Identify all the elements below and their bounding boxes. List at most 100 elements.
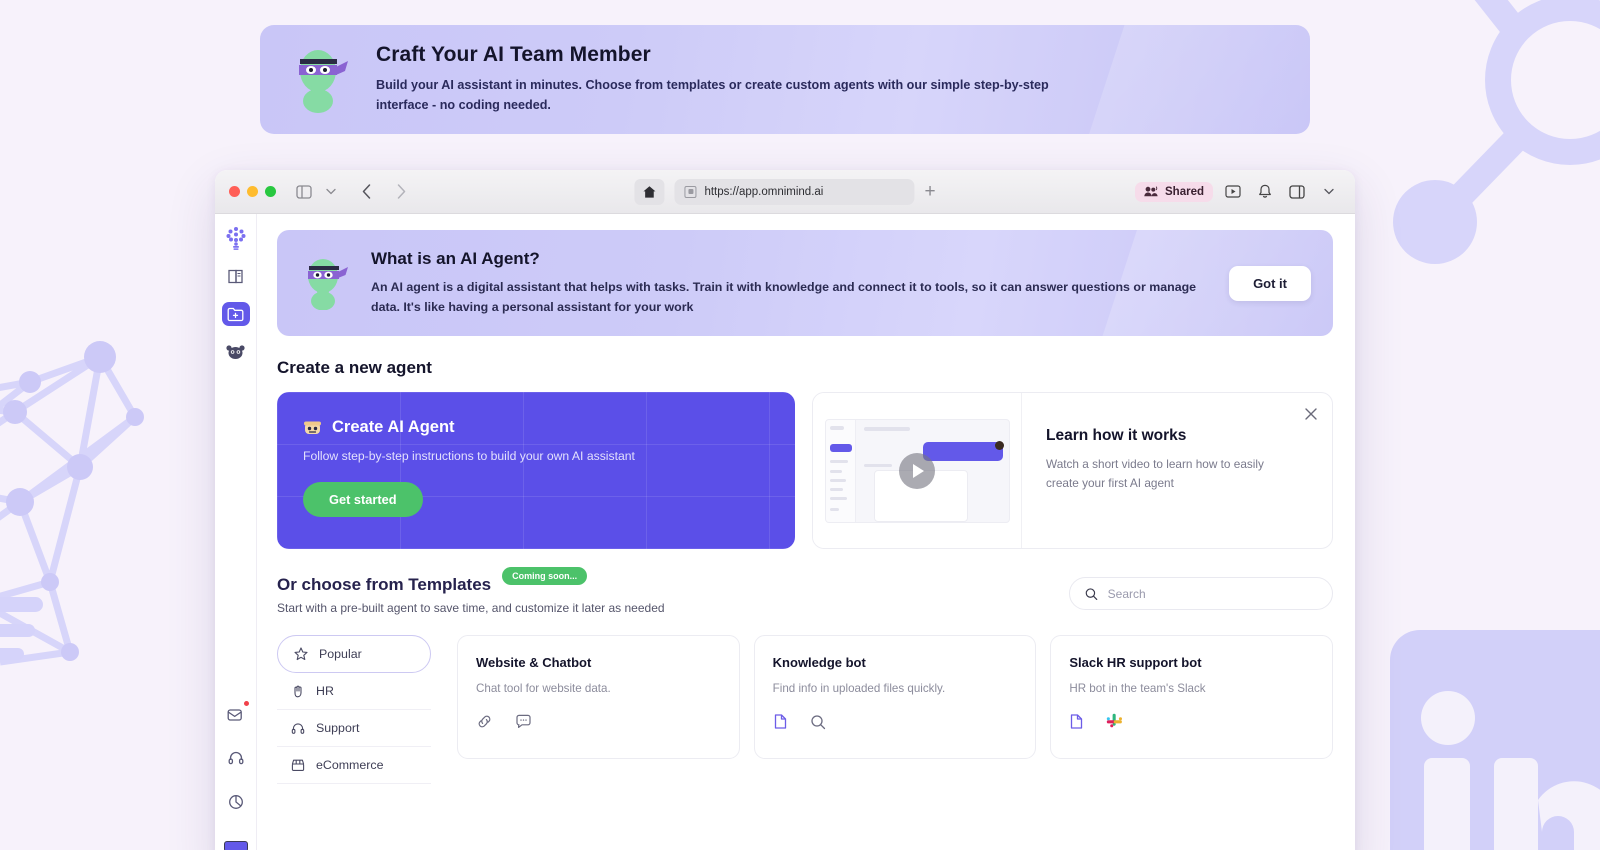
app-sidebar-rail <box>215 214 257 850</box>
template-card-knowledge-bot[interactable]: Knowledge bot Find info in uploaded file… <box>753 635 1037 759</box>
panel-layout-icon[interactable] <box>1285 180 1309 204</box>
template-card-slack-hr-bot[interactable]: Slack HR support bot HR bot in the team'… <box>1050 635 1334 759</box>
chat-bubble-icon <box>515 713 532 735</box>
get-started-button[interactable]: Get started <box>303 482 423 517</box>
file-icon <box>1069 713 1084 735</box>
category-item-hr[interactable]: HR <box>277 673 431 710</box>
sidebar-item-community[interactable] <box>222 340 250 364</box>
file-icon <box>773 713 788 735</box>
new-tab-button[interactable]: + <box>924 182 935 201</box>
promo-banner: Craft Your AI Team Member Build your AI … <box>260 25 1310 134</box>
window-traffic-lights[interactable] <box>229 186 276 197</box>
search-icon <box>810 714 826 735</box>
star-icon <box>294 647 308 661</box>
coming-soon-badge: Coming soon... <box>502 567 588 585</box>
bulb-network-icon <box>0 341 144 666</box>
play-button-icon[interactable] <box>899 452 935 489</box>
search-icon <box>1085 587 1098 600</box>
sidebar-item-inbox[interactable] <box>222 700 250 726</box>
link-icon <box>476 713 493 735</box>
sidebar-item-agents[interactable] <box>221 302 250 326</box>
hubspot-logo-icon <box>1393 0 1600 264</box>
promo-subtitle: Build your AI assistant in minutes. Choo… <box>376 78 1049 112</box>
info-banner: What is an AI Agent? An AI agent is a di… <box>277 230 1333 336</box>
shared-label: Shared <box>1165 185 1204 198</box>
address-bar-value: https://app.omnimind.ai <box>704 185 824 198</box>
category-item-support[interactable]: Support <box>277 710 431 747</box>
template-card-subtitle: HR bot in the team's Slack <box>1069 682 1206 695</box>
address-bar[interactable]: https://app.omnimind.ai <box>674 178 915 205</box>
category-label: Support <box>316 721 360 735</box>
create-row: Create AI Agent Follow step-by-step inst… <box>277 392 1333 549</box>
templates-body: Popular HR Support eCommerce Website & C… <box>277 635 1334 784</box>
hand-icon <box>291 684 305 698</box>
support-headset-icon <box>228 751 243 765</box>
got-it-button[interactable]: Got it <box>1229 265 1311 301</box>
settings-gear-icon <box>228 795 243 809</box>
sidebar-item-knowledge[interactable] <box>222 264 250 288</box>
browser-toolbar: https://app.omnimind.ai + Shared <box>215 170 1355 214</box>
create-section-heading: Create a new agent <box>277 358 432 377</box>
media-player-icon[interactable] <box>1221 180 1245 204</box>
promo-title: Craft Your AI Team Member <box>376 43 651 67</box>
page-settings-icon[interactable] <box>684 185 697 198</box>
minimize-window-button[interactable] <box>247 186 258 197</box>
video-card-title: Learn how it works <box>1046 427 1187 444</box>
info-banner-title: What is an AI Agent? <box>371 249 540 269</box>
ninja-mascot-icon <box>308 259 348 310</box>
logo-bulb-icon <box>226 227 245 250</box>
linkedin-logo-icon <box>1390 630 1600 850</box>
chevron-down-icon[interactable] <box>1317 180 1341 204</box>
video-thumbnail[interactable] <box>813 393 1022 548</box>
sidebar-item-plan[interactable] <box>222 834 250 850</box>
notifications-icon[interactable] <box>1253 180 1277 204</box>
store-icon <box>291 758 305 772</box>
sidebar-toggle-icon[interactable] <box>292 180 316 204</box>
main-content: What is an AI Agent? An AI agent is a di… <box>257 214 1355 850</box>
app-shell: What is an AI Agent? An AI agent is a di… <box>215 214 1355 850</box>
template-search-box[interactable] <box>1069 577 1333 610</box>
templates-subheading: Start with a pre-built agent to save tim… <box>277 601 665 615</box>
slack-icon <box>1106 713 1123 735</box>
category-label: Popular <box>319 647 362 661</box>
template-card-subtitle: Chat tool for website data. <box>476 682 611 695</box>
robot-head-icon <box>304 421 321 434</box>
close-window-button[interactable] <box>229 186 240 197</box>
category-item-ecommerce[interactable]: eCommerce <box>277 747 431 784</box>
close-icon[interactable] <box>1302 405 1320 423</box>
people-shared-icon <box>1144 186 1158 197</box>
knowledge-icon <box>228 269 243 283</box>
template-card-title: Website & Chatbot <box>476 655 592 670</box>
info-banner-body: An AI agent is a digital assistant that … <box>371 280 1197 314</box>
sidebar-item-settings[interactable] <box>222 790 250 814</box>
template-card-website-chatbot[interactable]: Website & Chatbot Chat tool for website … <box>457 635 740 759</box>
template-card-subtitle: Find info in uploaded files quickly. <box>772 682 946 695</box>
category-label: HR <box>316 684 334 698</box>
category-item-popular[interactable]: Popular <box>277 635 431 673</box>
community-icon <box>226 345 245 359</box>
zoom-window-button[interactable] <box>265 186 276 197</box>
home-icon[interactable] <box>634 178 665 205</box>
template-category-list: Popular HR Support eCommerce <box>277 635 431 784</box>
back-arrow-icon[interactable] <box>354 180 378 204</box>
create-ai-agent-card[interactable]: Create AI Agent Follow step-by-step inst… <box>277 392 795 549</box>
browser-window: https://app.omnimind.ai + Shared What is… <box>215 170 1355 850</box>
create-card-title: Create AI Agent <box>332 418 455 436</box>
template-card-title: Slack HR support bot <box>1069 655 1202 670</box>
category-label: eCommerce <box>316 758 384 772</box>
chevron-down-icon[interactable] <box>319 180 343 204</box>
forward-arrow-icon[interactable] <box>389 180 413 204</box>
sidebar-item-support[interactable] <box>222 746 250 770</box>
shared-status-badge[interactable]: Shared <box>1135 181 1213 202</box>
template-cards: Website & Chatbot Chat tool for website … <box>457 635 1334 784</box>
sidebar-item-logo[interactable] <box>222 226 250 250</box>
inbox-icon <box>227 708 242 721</box>
headset-icon <box>291 721 305 735</box>
templates-header: Or choose from Templates Coming soon... … <box>277 567 1333 615</box>
create-card-subtitle: Follow step-by-step instructions to buil… <box>303 449 635 463</box>
template-card-title: Knowledge bot <box>772 655 866 670</box>
search-input[interactable] <box>1107 586 1317 601</box>
learn-how-it-works-card[interactable]: Learn how it works Watch a short video t… <box>812 392 1333 549</box>
templates-heading: Or choose from Templates <box>277 575 492 594</box>
video-card-subtitle: Watch a short video to learn how to easi… <box>1046 457 1264 490</box>
